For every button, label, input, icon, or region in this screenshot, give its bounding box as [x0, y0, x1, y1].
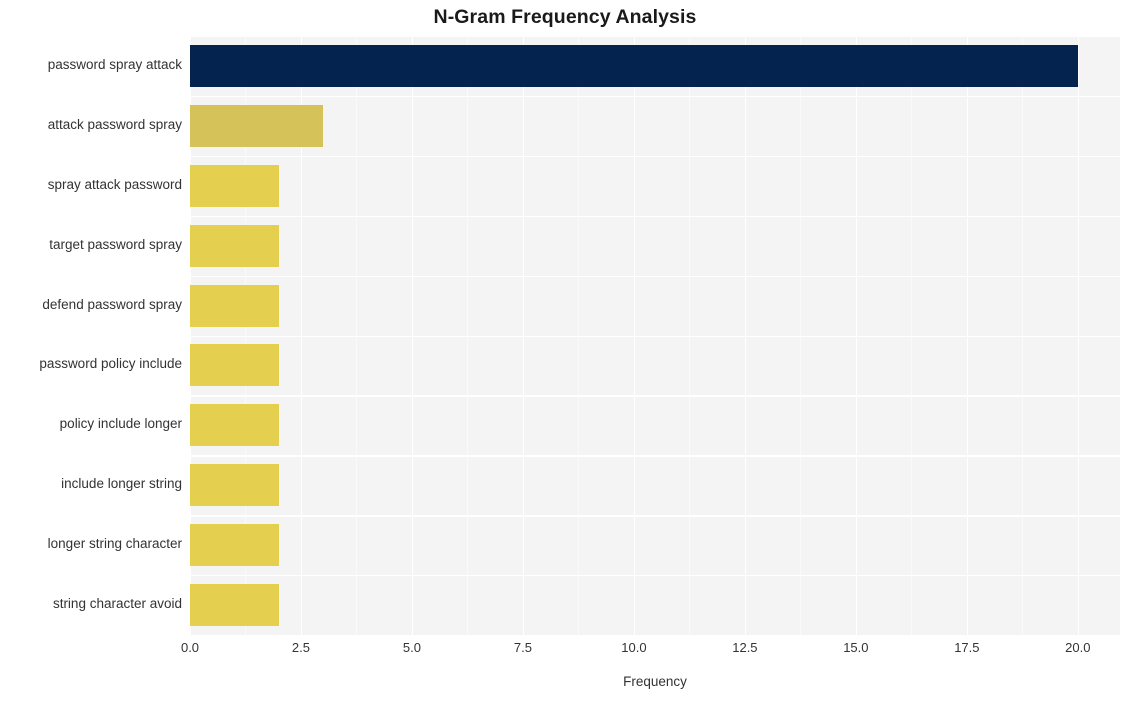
- x-axis-tick-label: 0.0: [180, 640, 200, 655]
- gridline-horizontal: [190, 635, 1120, 637]
- bar: [190, 404, 279, 447]
- x-axis-tick-labels: 0.0 2.5 5.0 7.5 10.0 12.5 15.0 17.5 20.0: [0, 640, 1130, 662]
- bar: [190, 344, 279, 387]
- y-axis-tick-label: spray attack password: [47, 176, 182, 192]
- chart-figure: N-Gram Frequency Analysis password spray…: [0, 0, 1130, 701]
- x-axis-title: Frequency: [623, 674, 687, 689]
- bar: [190, 464, 279, 507]
- y-axis-tick-label: password policy include: [39, 356, 182, 372]
- x-axis-tick-label: 20.0: [1065, 640, 1091, 655]
- bar: [190, 224, 279, 267]
- bar: [190, 44, 1078, 87]
- chart-title: N-Gram Frequency Analysis: [433, 6, 697, 28]
- x-axis-tick-label: 17.5: [954, 640, 980, 655]
- bar: [190, 584, 279, 626]
- y-axis-tick-labels: password spray attack attack password spr…: [0, 36, 182, 635]
- y-axis-tick-label: password spray attack: [47, 56, 182, 72]
- bar-series: [190, 36, 1120, 635]
- x-axis-tick-label: 7.5: [513, 640, 532, 655]
- plot-area: [190, 36, 1120, 637]
- x-axis-tick-label: 10.0: [621, 640, 647, 655]
- x-axis-tick-label: 15.0: [843, 640, 869, 655]
- y-axis-tick-label: longer string character: [47, 536, 182, 552]
- bar: [190, 104, 324, 147]
- y-axis-tick-label: include longer string: [61, 476, 182, 492]
- x-axis-tick-label: 12.5: [732, 640, 758, 655]
- x-axis-tick-label: 5.0: [402, 640, 421, 655]
- y-axis-tick-label: defend password spray: [42, 296, 182, 312]
- x-axis-tick-label: 2.5: [291, 640, 311, 655]
- y-axis-tick-label: policy include longer: [59, 416, 182, 432]
- y-axis-tick-label: string character avoid: [52, 596, 182, 612]
- bar: [190, 284, 279, 327]
- bar: [190, 164, 279, 207]
- y-axis-tick-label: target password spray: [49, 236, 182, 252]
- bar: [190, 524, 279, 567]
- y-axis-tick-label: attack password spray: [47, 116, 182, 132]
